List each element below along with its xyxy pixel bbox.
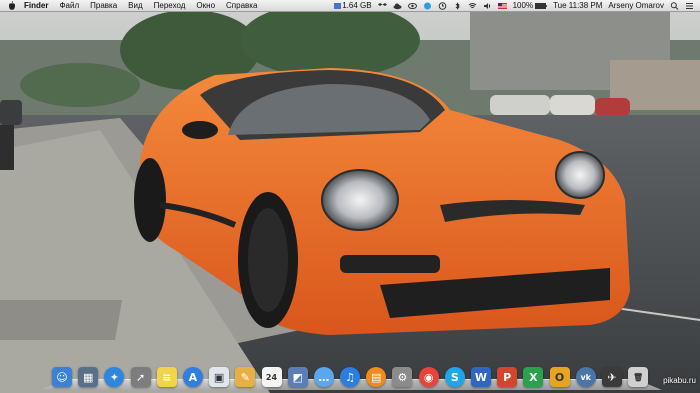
word-icon[interactable]: W bbox=[471, 367, 491, 387]
dock-icon-glyph: P bbox=[503, 370, 512, 384]
battery-status[interactable]: 100% bbox=[513, 1, 547, 10]
active-app-name[interactable]: Finder bbox=[24, 1, 48, 10]
menu-bar: Finder Файл Правка Вид Переход Окно Спра… bbox=[0, 0, 700, 12]
flag-us-icon[interactable] bbox=[497, 2, 507, 10]
photo-icon[interactable]: ◩ bbox=[287, 367, 308, 387]
preview-icon[interactable]: ▣ bbox=[209, 367, 230, 387]
dock-icon-glyph: ≡ bbox=[162, 370, 172, 384]
dock-icon-glyph: ♫ bbox=[345, 370, 355, 384]
stickies-icon[interactable]: ≡ bbox=[156, 367, 177, 387]
menu-edit[interactable]: Правка bbox=[90, 1, 117, 10]
menu-file[interactable]: Файл bbox=[59, 1, 79, 10]
dock-icon-glyph: X bbox=[529, 370, 538, 384]
dock-icon-glyph: ➚ bbox=[135, 370, 146, 384]
outlook-icon[interactable]: O bbox=[549, 367, 570, 387]
battery-icon bbox=[535, 2, 547, 9]
dock-icon-glyph: 🗑 bbox=[633, 372, 644, 382]
dock-icon-glyph: S bbox=[450, 370, 459, 384]
launchpad-icon[interactable]: ➚ bbox=[130, 367, 151, 387]
notification-center-icon[interactable] bbox=[685, 2, 694, 10]
dock-icon-glyph: ▣ bbox=[213, 370, 225, 384]
desktop-wallpaper bbox=[0, 0, 700, 393]
ibooks-icon[interactable]: ▤ bbox=[366, 367, 387, 387]
skype-status-icon[interactable] bbox=[423, 2, 432, 10]
memory-icon bbox=[334, 2, 342, 9]
dock-icon-glyph: O bbox=[554, 370, 565, 384]
dashboard-icon[interactable]: ▦ bbox=[78, 367, 99, 387]
dock-icon-glyph: A bbox=[188, 370, 198, 384]
skype-icon[interactable]: S bbox=[444, 367, 465, 387]
textedit-icon[interactable]: ✎ bbox=[235, 367, 256, 387]
cloud-icon[interactable] bbox=[393, 2, 402, 10]
itunes-icon[interactable]: ♫ bbox=[340, 367, 361, 387]
system-preferences-icon[interactable]: ⚙ bbox=[392, 367, 413, 387]
time-machine-icon[interactable] bbox=[438, 1, 447, 10]
dock-icon-glyph: W bbox=[474, 370, 488, 384]
trash-icon[interactable]: 🗑 bbox=[628, 367, 649, 387]
safari-icon[interactable]: ✦ bbox=[104, 367, 125, 387]
wifi-icon[interactable] bbox=[468, 2, 477, 10]
dock: ☺ ▦ ✦ ➚ ≡ A ▣ ✎ 24 ◩ … ♫ ▤ ⚙ ◉ S W P X Ovk ✈ 🗑 bbox=[40, 363, 662, 390]
menu-view[interactable]: Вид bbox=[128, 1, 142, 10]
dock-icon-glyph: ☺ bbox=[56, 370, 68, 384]
watermark: pikabu.ru bbox=[663, 376, 696, 385]
dock-icon-glyph: ▤ bbox=[371, 370, 382, 384]
memory-value: 1.64 GB bbox=[342, 1, 372, 10]
dock-icon-glyph: ✎ bbox=[240, 370, 250, 384]
apple-menu-icon[interactable] bbox=[8, 1, 16, 10]
dock-icon-glyph: ✦ bbox=[109, 370, 119, 384]
eye-icon[interactable] bbox=[407, 2, 417, 10]
dock-icons: ☺ ▦ ✦ ➚ ≡ A ▣ ✎ 24 ◩ … ♫ ▤ ⚙ ◉ S W P X Ovk ✈ 🗑 bbox=[52, 367, 654, 387]
user-name[interactable]: Arseny Omarov bbox=[608, 1, 664, 10]
vk-icon[interactable]: vk bbox=[575, 367, 596, 387]
dock-icon-glyph: vk bbox=[580, 372, 592, 382]
clock[interactable]: Tue 11:38 PM bbox=[553, 1, 602, 10]
bluetooth-icon[interactable] bbox=[453, 1, 462, 10]
powerpoint-icon[interactable]: P bbox=[497, 367, 518, 387]
excel-icon[interactable]: X bbox=[523, 367, 544, 387]
dock-icon-glyph: ▦ bbox=[82, 370, 94, 384]
menu-window[interactable]: Окно bbox=[196, 1, 215, 10]
finder-icon[interactable]: ☺ bbox=[52, 367, 72, 387]
app-store-icon[interactable]: A bbox=[182, 367, 203, 387]
calendar-icon[interactable]: 24 bbox=[261, 367, 282, 387]
dock-icon-glyph: ◉ bbox=[423, 370, 434, 384]
chrome-icon[interactable]: ◉ bbox=[418, 367, 439, 387]
memory-monitor[interactable]: 1.64 GB bbox=[333, 1, 372, 10]
volume-icon[interactable] bbox=[483, 2, 492, 10]
messages-icon[interactable]: … bbox=[313, 367, 334, 387]
dock-icon-glyph: … bbox=[318, 370, 330, 384]
menu-help[interactable]: Справка bbox=[226, 1, 257, 10]
dropbox-icon[interactable] bbox=[377, 2, 387, 10]
menu-go[interactable]: Переход bbox=[154, 1, 186, 10]
spotlight-icon[interactable] bbox=[670, 1, 679, 10]
battery-percent: 100% bbox=[512, 1, 534, 10]
counter-strike-icon[interactable]: ✈ bbox=[601, 367, 622, 387]
dock-icon-glyph: ◩ bbox=[292, 370, 303, 384]
dock-icon-glyph: ✈ bbox=[607, 370, 617, 384]
dock-icon-glyph: 24 bbox=[265, 372, 278, 382]
dock-icon-glyph: ⚙ bbox=[397, 370, 408, 384]
